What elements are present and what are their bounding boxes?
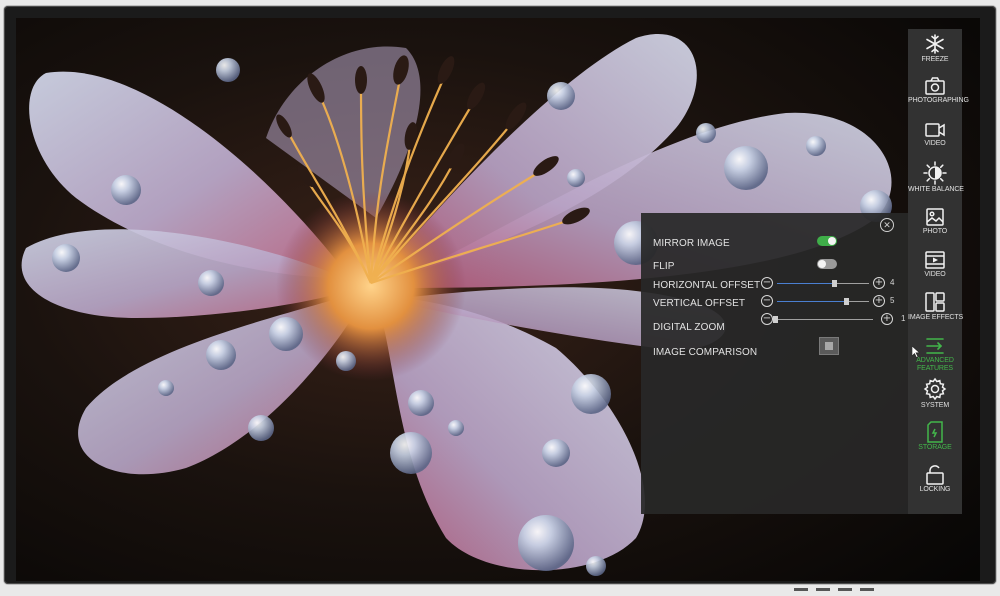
photo-gallery-icon: [926, 208, 944, 226]
sidebar-item-label: STORAGE: [918, 444, 952, 451]
image-comparison-label: IMAGE COMPARISON: [653, 347, 758, 358]
horizontal-offset-row: HORIZONTAL OFFSET − + 4: [653, 277, 898, 293]
vertical-offset-decrease-button[interactable]: −: [761, 295, 773, 307]
sidebar-item-label: SYSTEM: [920, 402, 950, 409]
sidebar-item-label: ADVANCED FEATURES: [916, 357, 954, 372]
sidebar-item-locking[interactable]: LOCKING: [908, 465, 962, 494]
sidebar-item-label: VIDEO: [924, 271, 946, 278]
sidebar-item-system[interactable]: SYSTEM: [908, 377, 962, 410]
storage-icon: [927, 421, 943, 443]
vertical-offset-value: 5: [890, 296, 895, 305]
sidebar-item-image-effects[interactable]: IMAGE EFFECTS: [908, 291, 964, 322]
mirror-image-row: MIRROR IMAGE: [653, 235, 898, 251]
digital-zoom-value: 1: [901, 314, 906, 323]
sidebar-item-video[interactable]: VIDEO: [908, 121, 962, 148]
horizontal-offset-value: 4: [890, 278, 895, 287]
white-balance-icon: [923, 161, 947, 185]
horizontal-offset-label: HORIZONTAL OFFSET: [653, 280, 761, 291]
mouse-cursor-icon: [912, 346, 920, 358]
sidebar-item-label: PHOTO: [922, 228, 948, 235]
horizontal-offset-decrease-button[interactable]: −: [761, 277, 773, 289]
flip-row: FLIP: [653, 258, 898, 274]
image-comparison-button[interactable]: [819, 337, 839, 355]
vertical-offset-slider[interactable]: [777, 298, 869, 305]
vertical-offset-increase-button[interactable]: +: [873, 295, 885, 307]
sidebar-item-label: VIDEO: [924, 140, 946, 147]
sidebar-item-photographing[interactable]: PHOTOGRAPHING: [908, 76, 969, 105]
advanced-features-icon: [926, 338, 944, 354]
digital-zoom-increase-button[interactable]: +: [881, 313, 893, 325]
digital-zoom-decrease-button[interactable]: −: [761, 313, 773, 325]
camera-icon: [925, 77, 945, 95]
flip-label: FLIP: [653, 261, 675, 272]
video-gallery-icon: [925, 251, 945, 269]
horizontal-offset-increase-button[interactable]: +: [873, 277, 885, 289]
digital-zoom-row: DIGITAL ZOOM − + 1: [653, 313, 905, 333]
image-effects-icon: [925, 292, 945, 312]
vertical-offset-label: VERTICAL OFFSET: [653, 298, 746, 309]
sidebar-item-storage[interactable]: STORAGE: [908, 421, 962, 452]
sidebar-item-label: WHITE BALANCE: [908, 186, 964, 193]
video-camera-icon: [925, 123, 945, 137]
sidebar-item-label: FREEZE: [921, 56, 949, 63]
flip-toggle[interactable]: [817, 259, 837, 269]
sidebar-item-label: LOCKING: [919, 486, 951, 493]
sidebar-item-white-balance[interactable]: WHITE BALANCE: [908, 161, 964, 194]
sidebar-item-freeze[interactable]: FREEZE: [908, 33, 962, 64]
snowflake-icon: [926, 34, 944, 54]
mirror-image-toggle[interactable]: [817, 236, 837, 246]
digital-zoom-label: DIGITAL ZOOM: [653, 322, 725, 333]
close-icon[interactable]: ✕: [880, 218, 894, 232]
digital-zoom-slider[interactable]: [773, 316, 873, 323]
advanced-features-panel: ✕ MIRROR IMAGE FLIP HORIZONTAL OFFSET − …: [641, 213, 908, 514]
gear-icon: [923, 377, 947, 401]
sidebar-menu: FREEZE PHOTOGRAPHING VIDEO WHITE BALANCE…: [908, 29, 969, 514]
sidebar-item-video-gallery[interactable]: VIDEO: [908, 250, 962, 279]
sidebar-item-photo[interactable]: PHOTO: [908, 207, 962, 236]
sidebar-item-label: IMAGE EFFECTS: [908, 314, 964, 321]
image-comparison-row: IMAGE COMPARISON: [653, 337, 898, 360]
sidebar-item-label: PHOTOGRAPHING: [908, 97, 969, 104]
mirror-image-label: MIRROR IMAGE: [653, 238, 730, 249]
horizontal-offset-slider[interactable]: [777, 280, 869, 287]
lock-icon: [926, 465, 944, 485]
bezel-indicator-marks: [794, 578, 914, 591]
vertical-offset-row: VERTICAL OFFSET − + 5: [653, 295, 898, 311]
